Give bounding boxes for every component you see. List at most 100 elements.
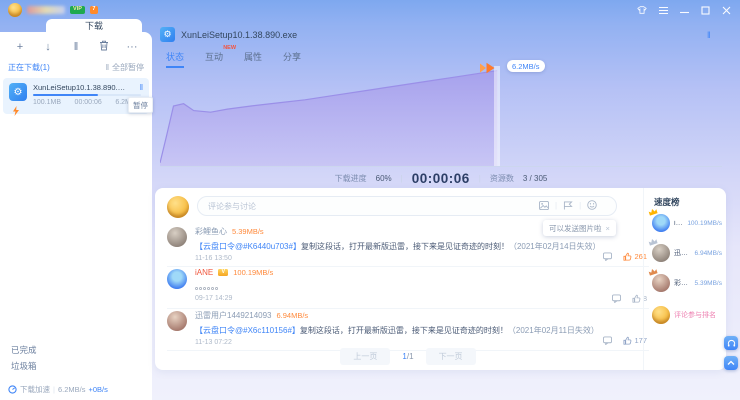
comments-card: | | 可以发送图片啦 × 彩鲤鱼心 5.39MB/s 【云盘口令@#K6440… — [155, 188, 726, 370]
leaderboard-cta[interactable]: 评论参与排名 — [652, 306, 722, 324]
download-task-item[interactable]: ⚙ XunLeiSetup10.1.38.890.exe ‖ 100.1MB 0… — [3, 78, 149, 114]
rank-avatar[interactable] — [652, 244, 670, 262]
reply-icon[interactable] — [603, 252, 612, 261]
status-label[interactable]: 下载加速 — [20, 384, 50, 395]
resource-label: 资源数 — [490, 173, 514, 184]
boost-lightning-icon[interactable] — [12, 103, 20, 121]
current-speed-badge: 6.2MB/s — [507, 60, 545, 72]
task-file-icon: ⚙ — [9, 83, 27, 101]
comment-date: 11-16 13:50 — [195, 255, 649, 262]
window-controls — [636, 4, 732, 16]
commenter-avatar[interactable] — [167, 269, 187, 289]
status-boost: +0B/s — [88, 385, 107, 394]
compose-icons: | | — [539, 200, 597, 210]
resource-value: 3 / 305 — [523, 174, 547, 183]
comment-text: 。。。。。。 — [195, 281, 635, 292]
rank-avatar[interactable] — [652, 274, 670, 292]
comment-text: 【云盘口令@#K6440u703#】复制这段话，打开最新版迅雷，接下来是见证奇迹… — [195, 241, 635, 252]
rank-speed: 100.19MB/s — [687, 220, 722, 227]
new-badge: NEW — [223, 45, 236, 51]
sticker-icon[interactable] — [563, 201, 573, 210]
sidebar-item-trash[interactable]: 垃圾箱 — [11, 360, 37, 372]
pagination: 上一页 1/1 下一页 — [167, 348, 649, 365]
commenter-speed: 6.94MB/s — [277, 311, 309, 320]
reply-icon[interactable] — [603, 336, 612, 345]
prev-page-button[interactable]: 上一页 — [340, 348, 390, 365]
comment-item: 迅雷用户1449214093 6.94MB/s 【云盘口令@#X6c110156… — [167, 308, 649, 351]
status-bar: 下载加速 | 6.2MB/s +0B/s — [8, 384, 108, 395]
speed-chart-area: 6.2MB/s — [160, 66, 722, 167]
username-blurred — [27, 6, 65, 14]
vip-badge: VIP — [70, 6, 85, 15]
commenter-avatar[interactable] — [167, 227, 187, 247]
task-name: XunLeiSetup10.1.38.890.exe — [33, 83, 129, 92]
leaderboard-item: 迅雷用户… 6.94MB/s — [652, 244, 722, 262]
comment-item: iANE V 100.19MB/s 。。。。。。 09-17 14:29 8 — [167, 266, 649, 309]
tooltip-close-icon[interactable]: × — [606, 224, 610, 233]
join-rank-link[interactable]: 评论参与排名 — [674, 310, 716, 320]
elapsed-time: 00:00:06 — [412, 171, 470, 186]
emoji-icon[interactable] — [587, 200, 597, 210]
vip-badge: V — [218, 269, 228, 276]
task-progress-fill — [33, 94, 98, 96]
rank-avatar[interactable] — [652, 214, 670, 232]
more-icon[interactable]: ··· — [126, 42, 138, 53]
start-all-icon[interactable]: ↓ — [42, 42, 54, 53]
nav-tab-download[interactable]: 下载 — [46, 19, 142, 32]
task-progress-track — [33, 94, 141, 96]
maximize-icon[interactable] — [699, 4, 711, 16]
close-icon[interactable] — [720, 4, 732, 16]
headset-icon — [727, 339, 736, 348]
leaderboard-item: 彩鲤鱼心 5.39MB/s — [652, 274, 722, 292]
commenter-name[interactable]: 迅雷用户1449214093 — [195, 310, 272, 321]
image-icon[interactable] — [539, 201, 549, 210]
page-indicator: 1/1 — [402, 352, 413, 361]
compose-avatar — [167, 196, 189, 218]
comment-date: 09-17 14:29 — [195, 295, 649, 302]
sidebar-item-completed[interactable]: 已完成 — [11, 344, 37, 356]
download-list-panel: + ↓ ‖ ··· 正在下载(1) ‖ 全部暂停 ⚙ XunLeiSetup10… — [0, 32, 152, 400]
back-to-top-button[interactable] — [724, 356, 738, 370]
progress-cursor-band — [494, 66, 500, 166]
skin-icon[interactable] — [636, 4, 648, 16]
leaderboard-item: iANE 100.19MB/s — [652, 214, 722, 232]
list-section-row: 正在下载(1) ‖ 全部暂停 — [0, 59, 152, 75]
next-page-button[interactable]: 下一页 — [426, 348, 476, 365]
self-avatar — [652, 306, 670, 324]
status-speed: 6.2MB/s — [58, 385, 86, 394]
task-pause-button[interactable]: ‖ — [140, 83, 143, 92]
commenter-name[interactable]: iANE — [195, 268, 213, 277]
rank-speed: 5.39MB/s — [695, 280, 722, 287]
user-avatar[interactable] — [8, 3, 22, 17]
list-toolbar: + ↓ ‖ ··· — [0, 32, 152, 59]
pause-tooltip: 暂停 — [128, 97, 153, 113]
commenter-speed: 5.39MB/s — [232, 227, 264, 236]
reply-icon[interactable] — [612, 294, 621, 303]
task-size: 100.1MB — [33, 99, 61, 106]
pause-all-button[interactable]: ‖ 全部暂停 — [106, 62, 144, 73]
delete-icon[interactable] — [98, 40, 110, 54]
speed-leaderboard: 速度榜 iANE 100.19MB/s 迅雷用户… 6.94MB/s — [643, 188, 727, 370]
rank-name: 彩鲤鱼心 — [674, 278, 691, 288]
service-button[interactable] — [724, 336, 738, 350]
arrow-up-icon — [727, 359, 735, 367]
commenter-avatar[interactable] — [167, 311, 187, 331]
level-badge: 7 — [90, 6, 98, 15]
detail-file-name: XunLeiSetup10.1.38.890.exe — [181, 30, 297, 40]
detail-pause-button[interactable]: ‖ — [707, 30, 711, 40]
menu-icon[interactable] — [657, 4, 669, 16]
image-feature-tooltip: 可以发送图片啦 × — [543, 220, 616, 236]
minimize-icon[interactable] — [678, 4, 690, 16]
rank-speed: 6.94MB/s — [695, 250, 722, 257]
speed-gauge-icon[interactable] — [8, 385, 17, 394]
rocket-icon — [479, 61, 496, 79]
commenter-name[interactable]: 彩鲤鱼心 — [195, 226, 227, 237]
downloading-section-label[interactable]: 正在下载(1) — [8, 62, 50, 73]
download-stats-row: 下载进度 60% | 00:00:06 | 资源数 3 / 305 — [160, 171, 722, 186]
leaderboard-title: 速度榜 — [654, 196, 680, 208]
add-task-icon[interactable]: + — [14, 42, 26, 53]
rank-name: iANE — [674, 220, 683, 227]
task-detail-header: ⚙ XunLeiSetup10.1.38.890.exe — [160, 27, 297, 42]
detail-file-icon: ⚙ — [160, 27, 175, 42]
pause-icon[interactable]: ‖ — [70, 42, 82, 53]
